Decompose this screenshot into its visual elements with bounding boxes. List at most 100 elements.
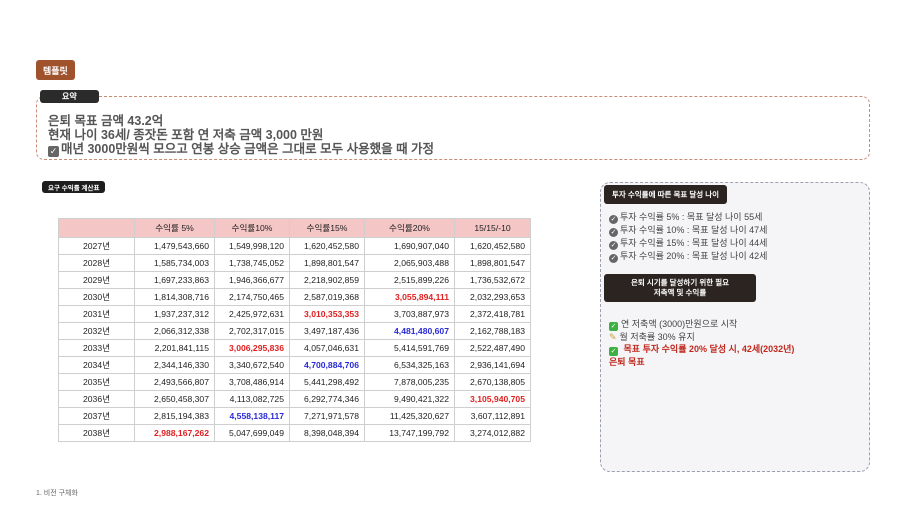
value-cell: 2,815,194,383: [134, 407, 215, 425]
value-cell: 2,174,750,465: [214, 288, 290, 306]
value-cell: 3,274,012,882: [454, 424, 531, 442]
year-cell: 2031년: [58, 305, 135, 323]
return-calc-table: 수익률 5% 수익률10% 수익률15% 수익률20% 15/15/-10 20…: [58, 218, 531, 442]
year-cell: 2035년: [58, 373, 135, 391]
value-cell: 3,703,887,973: [364, 305, 455, 323]
value-cell: 2,218,902,859: [289, 271, 365, 289]
value-cell: 1,937,237,312: [134, 305, 215, 323]
current-age-line: 현재 나이 36세/ 종잣돈 포함 연 저축 금액 3,000 만원: [48, 128, 324, 142]
value-cell: 3,497,187,436: [289, 322, 365, 340]
table-row: 2027년 1,479,543,660 1,549,998,120 1,620,452…: [58, 237, 531, 255]
value-cell: 3,607,112,891: [454, 407, 531, 425]
value-cell: 6,292,774,346: [289, 390, 365, 408]
check-icon: ✓: [609, 215, 618, 224]
year-cell: 2032년: [58, 322, 135, 340]
calc-table-tag: 요구 수익률 계산표: [42, 181, 106, 193]
goal-age-tag: 투자 수익률에 따른 목표 달성 나이: [604, 185, 728, 204]
value-cell: 2,988,167,262: [134, 424, 215, 442]
value-cell: 3,010,353,353: [289, 305, 365, 323]
assumption-line: ✓ 매년 3000만원씩 모으고 연봉 상승 금액은 그대로 모두 사용했을 때 …: [48, 142, 434, 157]
year-cell: 2037년: [58, 407, 135, 425]
table-row: 2029년 1,697,233,863 1,946,366,677 2,218,902…: [58, 271, 531, 289]
list-item: ✎ 월 저축률 30% 유지: [609, 331, 794, 343]
table-row: 2036년 2,650,458,307 4,113,082,725 6,292,774…: [58, 390, 531, 408]
green-check-icon: ✓: [609, 347, 618, 356]
check-icon: ✓: [609, 241, 618, 250]
header-cell: 수익률15%: [289, 218, 365, 238]
invest-item: 연 저축액 (3000)만원으로 시작: [621, 319, 738, 329]
value-cell: 4,057,046,631: [289, 339, 365, 357]
table-row: 2038년 2,988,167,262 5,047,699,049 8,398,048…: [58, 424, 531, 442]
check-icon: ✓: [609, 228, 618, 237]
value-cell: 1,898,801,547: [289, 254, 365, 272]
value-cell: 3,055,894,111: [364, 288, 455, 306]
value-cell: 2,650,458,307: [134, 390, 215, 408]
table-row: 2033년 2,201,841,115 3,006,295,836 4,057,046…: [58, 339, 531, 357]
value-cell: 1,738,745,052: [214, 254, 290, 272]
footer-page-label: 1. 비전 구체화: [36, 490, 78, 497]
goal-age-list: ✓ 투자 수익률 5% : 목표 달성 나이 55세 ✓ 투자 수익률 10% : …: [609, 211, 767, 263]
value-cell: 4,700,884,706: [289, 356, 365, 374]
value-cell: 1,814,308,716: [134, 288, 215, 306]
value-cell: 3,006,295,836: [214, 339, 290, 357]
header-cell: 수익률20%: [364, 218, 455, 238]
value-cell: 2,702,317,015: [214, 322, 290, 340]
goal-age-item: 투자 수익률 20% : 목표 달성 나이 42세: [620, 251, 768, 261]
table-row: 2031년 1,937,237,312 2,425,972,631 3,010,353…: [58, 305, 531, 323]
value-cell: 5,441,298,492: [289, 373, 365, 391]
invest-tag-line1: 은퇴 시기를 달성하기 위한 필요: [630, 278, 730, 287]
value-cell: 2,425,972,631: [214, 305, 290, 323]
value-cell: 7,878,005,235: [364, 373, 455, 391]
year-cell: 2029년: [58, 271, 135, 289]
value-cell: 1,549,998,120: [214, 237, 290, 255]
value-cell: 3,340,672,540: [214, 356, 290, 374]
value-cell: 1,736,532,672: [454, 271, 531, 289]
year-cell: 2028년: [58, 254, 135, 272]
list-item: ✓ 투자 수익률 10% : 목표 달성 나이 47세: [609, 224, 767, 237]
invest-goal-item: 목표 투자 수익률 20% 달성 시, 42세(2032년): [623, 344, 795, 354]
list-item: ✓ 투자 수익률 20% : 목표 달성 나이 42세: [609, 250, 767, 263]
value-cell: 2,032,293,653: [454, 288, 531, 306]
value-cell: 2,344,146,330: [134, 356, 215, 374]
table-row: 2028년 1,585,734,003 1,738,745,052 1,898,801…: [58, 254, 531, 272]
pencil-icon: ✎: [609, 332, 617, 342]
value-cell: 2,066,312,338: [134, 322, 215, 340]
value-cell: 13,747,199,792: [364, 424, 455, 442]
value-cell: 2,065,903,488: [364, 254, 455, 272]
table-row: 2035년 2,493,566,807 3,708,486,914 5,441,298…: [58, 373, 531, 391]
header-cell: 15/15/-10: [454, 218, 531, 238]
value-cell: 9,490,421,322: [364, 390, 455, 408]
value-cell: 4,558,138,117: [214, 407, 290, 425]
table-row: 2037년 2,815,194,383 4,558,138,117 7,271,971…: [58, 407, 531, 425]
value-cell: 5,047,699,049: [214, 424, 290, 442]
value-cell: 7,271,971,578: [289, 407, 365, 425]
value-cell: 1,620,452,580: [454, 237, 531, 255]
value-cell: 1,479,543,660: [134, 237, 215, 255]
value-cell: 2,162,788,183: [454, 322, 531, 340]
value-cell: 2,515,899,226: [364, 271, 455, 289]
invest-tag-line2: 저축액 및 수익률: [653, 288, 707, 297]
header-cell: 수익률10%: [214, 218, 290, 238]
green-check-icon: ✓: [609, 322, 618, 331]
list-item: ✓ 투자 수익률 15% : 목표 달성 나이 44세: [609, 237, 767, 250]
value-cell: 2,670,138,805: [454, 373, 531, 391]
value-cell: 1,946,366,677: [214, 271, 290, 289]
header-cell: 수익률 5%: [134, 218, 215, 238]
assumption-text: 매년 3000만원씩 모으고 연봉 상승 금액은 그대로 모두 사용했을 때 가…: [61, 142, 435, 156]
year-cell: 2027년: [58, 237, 135, 255]
goal-age-item: 투자 수익률 15% : 목표 달성 나이 44세: [620, 238, 768, 248]
table-header-row: 수익률 5% 수익률10% 수익률15% 수익률20% 15/15/-10: [58, 218, 531, 238]
list-item: ✓ 투자 수익률 5% : 목표 달성 나이 55세: [609, 211, 767, 224]
goal-age-item: 투자 수익률 10% : 목표 달성 나이 47세: [620, 225, 768, 235]
invest-tag: 은퇴 시기를 달성하기 위한 필요 저축액 및 수익률: [604, 274, 756, 302]
value-cell: 4,113,082,725: [214, 390, 290, 408]
table-row: 2034년 2,344,146,330 3,340,672,540 4,700,884…: [58, 356, 531, 374]
template-tag: 템플릿: [36, 60, 75, 80]
list-item: ✓ 목표 투자 수익률 20% 달성 시, 42세(2032년): [609, 343, 794, 356]
value-cell: 1,898,801,547: [454, 254, 531, 272]
value-cell: 8,398,048,394: [289, 424, 365, 442]
value-cell: 2,587,019,368: [289, 288, 365, 306]
invest-item: 월 저축률 30% 유지: [619, 332, 695, 342]
value-cell: 3,105,940,705: [454, 390, 531, 408]
summary-text: 은퇴 목표 금액 43.2억 현재 나이 36세/ 종잣돈 포함 연 저축 금액…: [48, 114, 434, 157]
